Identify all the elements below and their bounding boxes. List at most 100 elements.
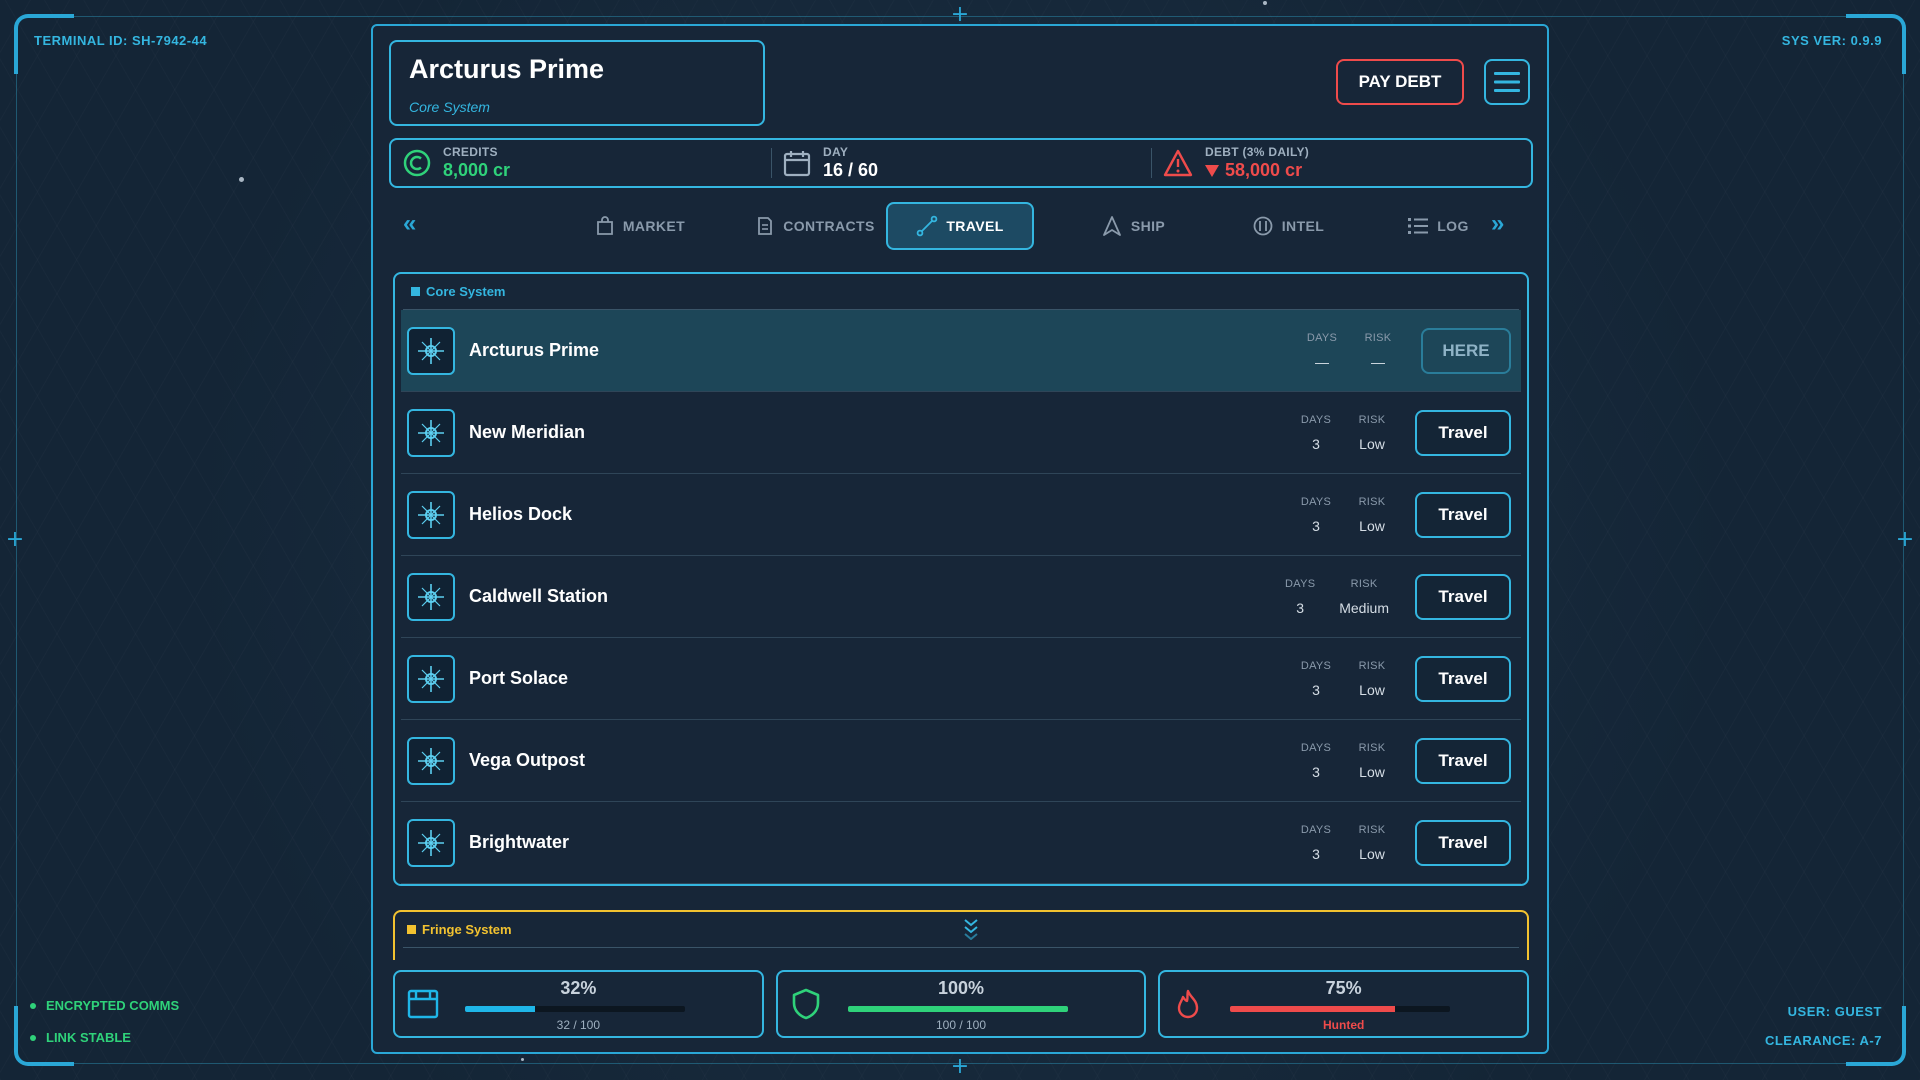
destination-row[interactable]: Vega Outpost DAYS 3 RISK Low Travel: [401, 720, 1521, 802]
tab-intel[interactable]: INTEL: [1233, 202, 1343, 250]
day-label: DAY: [823, 145, 849, 159]
risk-column: RISK —: [1361, 332, 1395, 370]
days-column: DAYS 3: [1299, 414, 1333, 452]
core-system-header: Core System: [403, 274, 1519, 310]
destination-name: Vega Outpost: [469, 750, 586, 770]
gauge-track: [847, 1006, 1068, 1012]
tab-contracts[interactable]: CONTRACTS: [740, 202, 890, 250]
destination-name: Port Solace: [469, 668, 569, 688]
destination-meta: DAYS 3 RISK Low: [1299, 660, 1389, 698]
travel-button[interactable]: Travel: [1415, 409, 1511, 456]
tab-log[interactable]: LOG: [1393, 202, 1483, 250]
station-icon: [407, 490, 455, 539]
day-value: 16 / 60: [823, 160, 879, 180]
gauge-fill: [465, 1006, 536, 1012]
travel-button[interactable]: Travel: [1415, 573, 1511, 620]
bag-icon: [596, 216, 613, 235]
gauge-sub: 32 / 100: [556, 1018, 601, 1032]
pay-debt-button[interactable]: PAY DEBT: [1336, 59, 1464, 105]
debt-stat: DEBT (3% DAILY) 58,000 cr: [1151, 140, 1531, 186]
days-value: 3: [1312, 435, 1320, 452]
heat-gauge: 75% Hunted: [1158, 970, 1530, 1038]
days-value: 3: [1312, 517, 1320, 534]
risk-label: RISK: [1358, 495, 1386, 508]
sys-version: SYS VER: 0.9.9: [1781, 33, 1882, 48]
risk-column: RISK Low: [1355, 496, 1389, 534]
travel-button[interactable]: Travel: [1415, 491, 1511, 538]
hull-gauge: 100% 100 / 100: [775, 970, 1147, 1038]
calendar-icon: [783, 151, 811, 177]
destination-row: Arcturus Prime DAYS — RISK — HERE: [401, 310, 1521, 392]
gauge-track: [1230, 1006, 1451, 1012]
gauge-track: [465, 1006, 685, 1012]
credits-value: 8,000 cr: [443, 160, 511, 180]
menu-button[interactable]: [1484, 59, 1530, 105]
credits-stat: CREDITS 8,000 cr: [391, 140, 771, 186]
document-icon: [758, 217, 773, 235]
station-icon: [407, 736, 455, 785]
debt-label: DEBT (3% DAILY): [1205, 145, 1310, 159]
destination-row[interactable]: Caldwell Station DAYS 3 RISK Medium Travel: [401, 556, 1521, 638]
main-panel: Arcturus Prime Core System PAY DEBT CRED…: [371, 24, 1549, 1054]
section-marker-icon: [411, 287, 420, 296]
destination-list: Arcturus Prime DAYS — RISK — HERE New Meridian…: [401, 310, 1521, 884]
station-glyph-icon: [418, 337, 444, 364]
station-icon: [407, 654, 455, 703]
risk-column: RISK Low: [1355, 660, 1389, 698]
here-indicator: HERE: [1421, 327, 1511, 374]
clearance-label: CLEARANCE: A-7: [1764, 1033, 1882, 1048]
status-dot-icon: [30, 1002, 36, 1009]
days-value: —: [1315, 353, 1329, 370]
nav-tabs: « MARKET CONTRACTS TRAVEL SHIP INTEL LOG…: [373, 202, 1551, 252]
tabs-next-icon[interactable]: »: [1491, 210, 1505, 238]
tabs-prev-icon[interactable]: «: [403, 210, 417, 238]
risk-value: Low: [1359, 763, 1385, 780]
tab-ship[interactable]: SHIP: [1078, 202, 1188, 250]
destination-row[interactable]: Port Solace DAYS 3 RISK Low Travel: [401, 638, 1521, 720]
travel-button[interactable]: Travel: [1415, 655, 1511, 702]
gauge-fill: [847, 1006, 1068, 1012]
crosshair-left-icon: +: [5, 527, 25, 552]
expand-chevron-icon[interactable]: [963, 918, 979, 940]
risk-value: Low: [1359, 435, 1385, 452]
travel-button[interactable]: Travel: [1415, 819, 1511, 866]
credits-label: CREDITS: [443, 145, 498, 159]
fringe-system-header[interactable]: Fringe System: [403, 912, 1519, 948]
days-label: DAYS: [1300, 495, 1332, 508]
risk-value: Medium: [1339, 599, 1389, 616]
status-link-stable: LINK STABLE: [30, 1030, 131, 1045]
destination-name: Arcturus Prime: [469, 340, 600, 360]
tab-travel[interactable]: TRAVEL: [886, 202, 1034, 250]
tab-label: TRAVEL: [946, 218, 1004, 234]
status-dot-icon: [30, 1034, 36, 1041]
destination-meta: DAYS 3 RISK Low: [1299, 742, 1389, 780]
destination-meta: DAYS 3 RISK Low: [1299, 824, 1389, 862]
destination-row[interactable]: New Meridian DAYS 3 RISK Low Travel: [401, 392, 1521, 474]
days-label: DAYS: [1300, 741, 1332, 754]
risk-column: RISK Low: [1355, 824, 1389, 862]
terminal-id: TERMINAL ID: SH-7942-44: [34, 33, 208, 48]
destination-meta: DAYS 3 RISK Low: [1299, 496, 1389, 534]
star-dot: [521, 1058, 524, 1061]
destination-row[interactable]: Helios Dock DAYS 3 RISK Low Travel: [401, 474, 1521, 556]
risk-label: RISK: [1350, 577, 1378, 590]
days-value: 3: [1312, 845, 1320, 862]
destination-row[interactable]: Brightwater DAYS 3 RISK Low Travel: [401, 802, 1521, 884]
risk-label: RISK: [1358, 823, 1386, 836]
tab-label: CONTRACTS: [783, 218, 875, 234]
days-label: DAYS: [1300, 659, 1332, 672]
risk-column: RISK Low: [1355, 742, 1389, 780]
hamburger-menu-icon: [1494, 72, 1520, 92]
gauge-percent: 32%: [560, 978, 597, 998]
fringe-system-panel[interactable]: Fringe System: [393, 910, 1529, 960]
days-column: DAYS 3: [1299, 824, 1333, 862]
warning-icon: [1163, 149, 1193, 177]
ship-icon: [1102, 216, 1121, 236]
travel-button[interactable]: Travel: [1415, 737, 1511, 784]
tab-market[interactable]: MARKET: [585, 202, 695, 250]
crosshair-right-icon: +: [1895, 527, 1915, 552]
user-label: USER: GUEST: [1787, 1004, 1882, 1019]
destination-name: Helios Dock: [469, 504, 573, 524]
station-icon: [407, 408, 455, 457]
days-label: DAYS: [1300, 413, 1332, 426]
